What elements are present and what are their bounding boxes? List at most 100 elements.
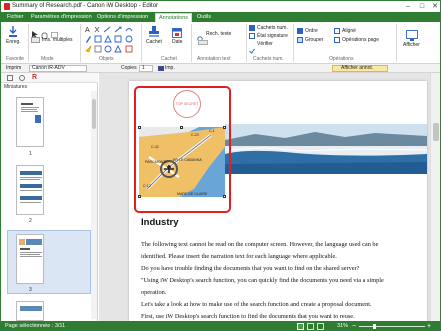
body-line: Do you have trouble finding the document… <box>141 265 360 272</box>
thumbnails-header: Miniatures <box>4 84 28 90</box>
page-operations-icon[interactable] <box>334 37 340 43</box>
body-line: identified. Please insert the narration … <box>141 253 337 260</box>
quick-toolbar: Imprim Canon iR-ADV Copies 1 Imp. Affich… <box>1 64 440 73</box>
search-text-button[interactable]: Rech. texte <box>206 31 231 37</box>
tab-outils[interactable]: Outils <box>194 13 214 22</box>
copies-input[interactable]: 1 <box>139 65 153 72</box>
group-icon[interactable] <box>297 37 303 43</box>
objets-group-label: Objets <box>99 56 114 62</box>
zoom-level: 31% <box>337 323 349 329</box>
separator <box>141 24 142 62</box>
select-area-icon[interactable] <box>51 26 58 38</box>
document-scrollbar[interactable] <box>430 73 440 321</box>
section-heading: Industry <box>141 217 179 228</box>
minimize-icon[interactable]: – <box>401 1 415 12</box>
favorite-group-label: Favorite <box>6 56 25 62</box>
close-icon[interactable]: ✕ <box>428 1 440 12</box>
thumbnail-page-number: 3 <box>29 287 32 293</box>
ims-multiples-icon[interactable] <box>31 37 40 43</box>
coast-photo <box>224 124 428 174</box>
pointer-icon[interactable] <box>31 26 38 39</box>
group-button[interactable]: Grouper <box>305 37 323 43</box>
ribbon-tabs: Fichier Paramètres d'impression Options … <box>1 12 440 22</box>
digital-stamp-icon[interactable] <box>249 25 255 31</box>
app-window: Summary of Research.pdf - Canon iW Deskt… <box>0 0 441 331</box>
thumbnail-page-number: 1 <box>29 151 32 157</box>
cachet-group-label: Cachet <box>161 56 177 62</box>
date-icon[interactable] <box>172 25 182 38</box>
show-annotations-label: Afficher annot. <box>341 65 374 71</box>
zoom-slider-thumb[interactable] <box>373 324 376 329</box>
ims-multiples-button[interactable]: Ims. multiples <box>42 37 73 43</box>
thumbnails-tab-icon[interactable] <box>7 75 13 81</box>
zoom-in-icon[interactable]: + <box>427 321 431 330</box>
body-line: operation. <box>141 289 167 296</box>
tab-annotations[interactable]: Annotations <box>155 13 193 22</box>
printer-select[interactable]: Canon iR-ADV <box>29 65 87 72</box>
tab-fichier[interactable]: Fichier <box>4 13 27 22</box>
imp-button[interactable]: Imp. <box>165 65 175 72</box>
show-annotations-toggle[interactable]: Afficher annot. <box>332 65 388 72</box>
verify-button[interactable]: Vérifier <box>257 41 273 47</box>
title-bar: Summary of Research.pdf - Canon iW Deskt… <box>1 1 440 12</box>
order-button[interactable]: Ordre <box>305 28 318 34</box>
align-button[interactable]: Aligné <box>342 28 356 34</box>
align-icon[interactable] <box>334 28 340 34</box>
separator <box>28 24 29 62</box>
display-icon[interactable] <box>406 28 418 41</box>
comments-tab-icon[interactable] <box>19 75 25 81</box>
display-button[interactable]: Afficher <box>403 42 420 48</box>
continuous-view-icon[interactable] <box>307 323 314 330</box>
order-icon[interactable] <box>297 28 303 34</box>
stamp-icon[interactable] <box>148 25 160 37</box>
digital-stamp-button[interactable]: Cachets num. <box>257 25 288 31</box>
highlight-rectangle <box>134 86 231 213</box>
tab-options-impression[interactable]: Options d'impression <box>94 13 151 22</box>
print-label: Imprim <box>6 65 22 71</box>
body-line: "Using iW Desktop's search function, you… <box>141 277 384 284</box>
annotation-text-group-label: Annotation text <box>197 56 231 62</box>
search-text-icon[interactable] <box>197 30 205 44</box>
objects-gallery: A <box>84 25 139 55</box>
page-operations-button[interactable]: Opérations page <box>342 37 379 43</box>
document-page: C-32 C-1 C-12 KR LE CABANNA PARCMONTE C-… <box>129 81 428 321</box>
stamp-button[interactable]: Cachet <box>146 39 162 45</box>
printer-icon[interactable] <box>158 66 164 71</box>
tab-parametres-impression[interactable]: Paramètres d'impression <box>28 13 95 22</box>
thumbnail-page-2[interactable] <box>16 165 44 215</box>
copies-label: Copies <box>121 65 137 71</box>
save-icon[interactable] <box>8 25 18 37</box>
signature-status-button[interactable]: État signature <box>257 33 288 39</box>
thumbnail-page-1[interactable] <box>16 97 44 147</box>
svg-text:A: A <box>85 27 90 34</box>
page-info: Page sélectionnée : 3/11 <box>5 323 66 329</box>
app-icon <box>4 3 10 10</box>
window-title: Summary of Research.pdf - Canon iW Deskt… <box>12 3 159 9</box>
separator <box>80 24 81 62</box>
thumbnail-page-3[interactable] <box>16 234 44 284</box>
operations-group-label: Opérations <box>329 56 354 62</box>
verify-icon[interactable] <box>249 41 255 54</box>
date-button[interactable]: Date <box>172 39 183 45</box>
annotation-text-dropdown[interactable] <box>198 40 208 45</box>
separator <box>396 24 397 62</box>
zoom-out-icon[interactable]: − <box>352 321 356 330</box>
cachets-num-group-label: Cachets num. <box>253 56 284 62</box>
single-page-view-icon[interactable] <box>297 323 304 330</box>
thumbnail-scrollbar[interactable] <box>91 91 97 319</box>
body-line: The following text cannot be read on the… <box>141 241 379 248</box>
ribbon: Enreg. Favorite Ims. multiples Mode A Ob… <box>1 22 440 64</box>
thumbnail-page-4[interactable] <box>16 301 44 321</box>
bookmark-tab-icon[interactable]: R <box>32 74 38 82</box>
body-line: First, use iW Desktop's search function … <box>141 313 355 320</box>
save-button[interactable]: Enreg. <box>6 39 21 45</box>
signature-status-icon[interactable] <box>249 33 255 39</box>
thumbnail-page-number: 2 <box>29 218 32 224</box>
status-bar: Page sélectionnée : 3/11 31% − + <box>1 321 440 330</box>
separator <box>293 24 294 62</box>
zoom-slider[interactable] <box>359 326 425 327</box>
maximize-icon[interactable]: □ <box>415 1 429 12</box>
fit-page-icon[interactable] <box>317 323 324 330</box>
hand-icon[interactable] <box>41 26 48 40</box>
sidebar-tabs: R <box>1 73 98 83</box>
